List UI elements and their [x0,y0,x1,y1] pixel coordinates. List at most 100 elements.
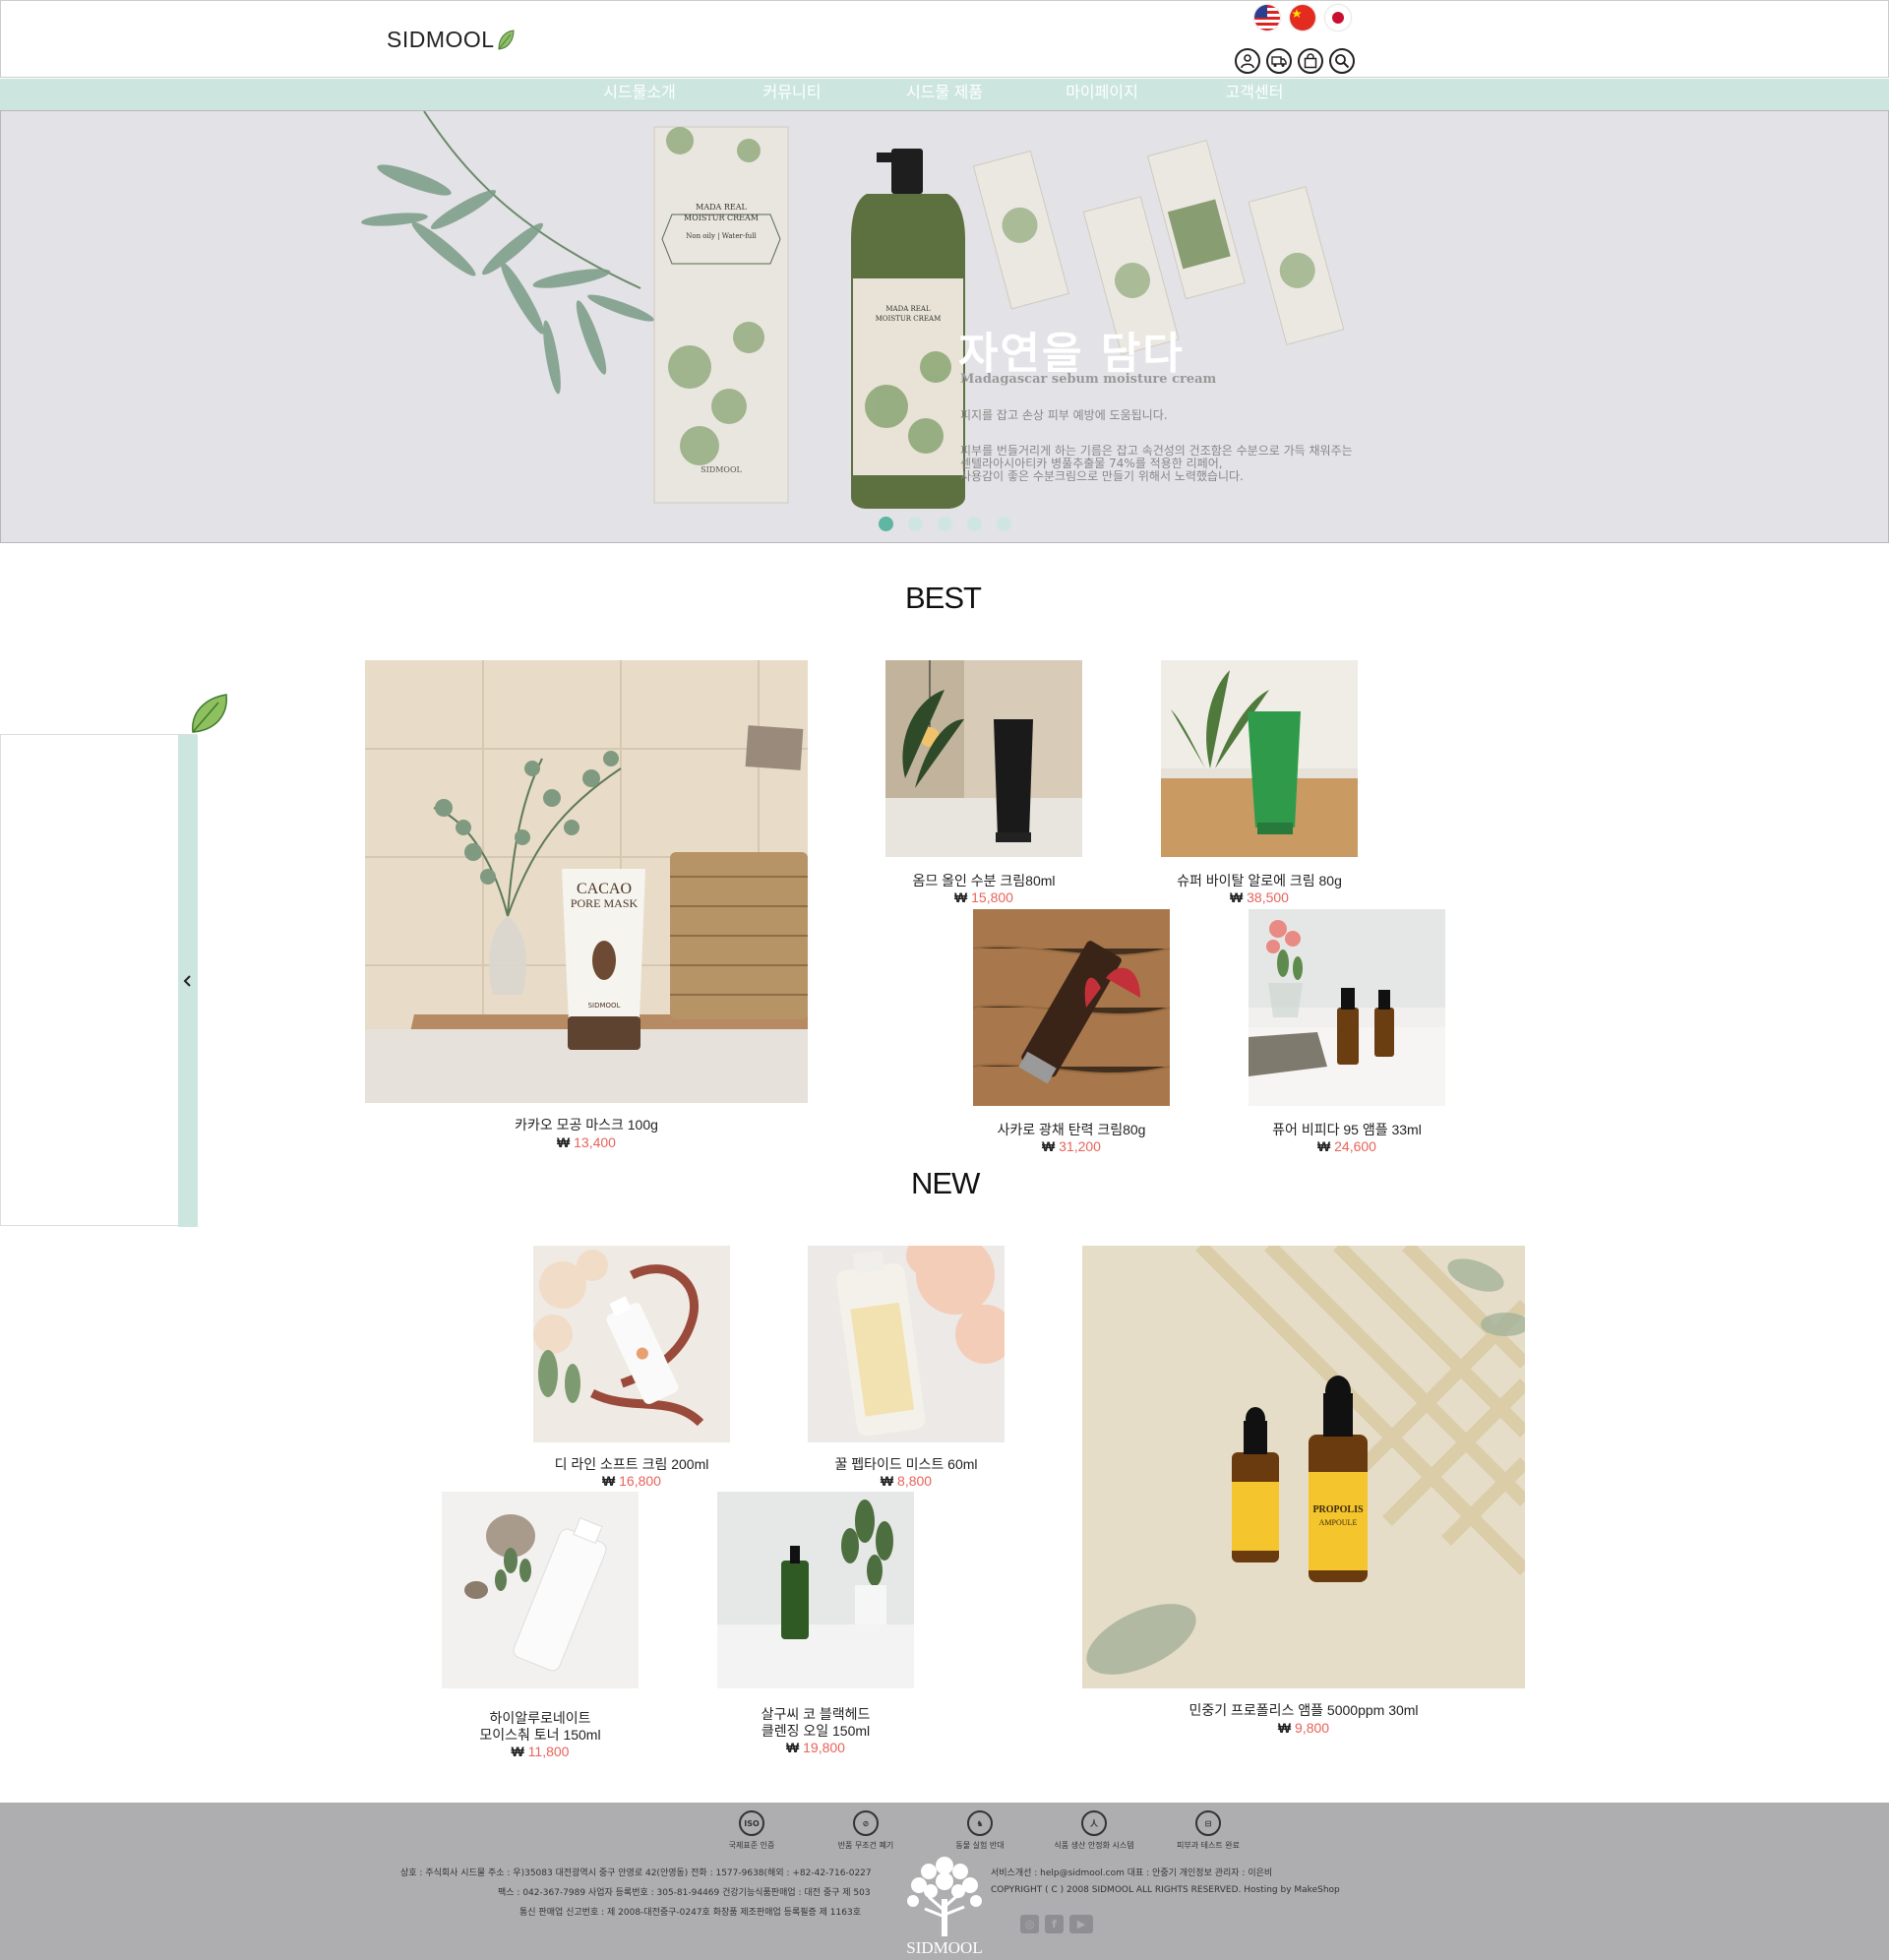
footer-company-info: 상호 : 주식회사 시드물 주소 : 우)35083 대전광역시 중구 안영로 … [400,1868,872,1878]
cert-derma-test: ⊟ 피부과 테스트 완료 [1165,1810,1251,1851]
box-label: MADA REAL MOISTUR CREAM Non oily | Water… [674,202,768,242]
nav-item-about[interactable]: 시드물소개 [561,79,718,110]
product-image[interactable] [1082,1246,1525,1688]
currency-symbol: ₩ [880,1473,894,1489]
youtube-icon[interactable]: ▶ [1069,1915,1093,1933]
shopping-bag-icon[interactable] [1298,48,1323,74]
slider-dot[interactable] [879,517,893,531]
product-image[interactable] [973,909,1170,1106]
tube-brand: SIDMOOL [587,1002,621,1010]
price-value: 24,600 [1334,1138,1376,1154]
product-price: ₩ 38,500 [1161,889,1358,906]
product-name[interactable]: 꿀 펩타이드 미스트 60ml [808,1456,1005,1473]
price-value: 16,800 [619,1473,661,1489]
product-image[interactable] [717,1492,914,1688]
no-return-icon: ⊘ [853,1810,879,1836]
hero-subtitle: Madagascar sebum moisture cream [960,372,1217,387]
product-name[interactable]: 카카오 모공 마스크 100g [365,1117,808,1133]
product-image[interactable] [1249,909,1445,1106]
product-image[interactable] [885,660,1082,857]
china-flag-icon[interactable] [1290,5,1315,31]
utility-icons [1235,48,1355,74]
us-flag-icon[interactable] [1254,5,1280,31]
product-card[interactable]: 퓨어 비피다 95 앰플 33ml ₩ 24,600 [1249,909,1445,1155]
bottle-label-line1: MADA REAL [885,305,931,313]
logo-text: SIDMOOL [387,27,495,52]
cert-label: 반품 무조건 폐기 [837,1841,894,1850]
product-name[interactable]: 슈퍼 바이탈 알로에 크림 80g [1161,873,1358,889]
bottle-label-line1: PROPOLIS [1312,1504,1364,1515]
rabbit-icon: ♞ [967,1810,993,1836]
haccp-icon: 人 [1081,1810,1107,1836]
product-image[interactable] [442,1492,639,1688]
currency-symbol: ₩ [1042,1138,1056,1154]
header: SIDMOOL [0,0,1889,78]
product-image[interactable] [808,1246,1005,1442]
leaf-icon [192,694,227,733]
nav-item-community[interactable]: 커뮤니티 [718,79,866,110]
box-label-line1: MADA REAL [696,203,747,212]
page: SIDMOOL 시드물소개 커뮤니티 시드물 제품 마이페이지 고객센터 MAD… [0,0,1889,1960]
price-value: 31,200 [1059,1138,1101,1154]
side-panel-toggle[interactable] [178,735,198,1227]
user-icon[interactable] [1235,48,1260,74]
price-value: 19,800 [803,1740,845,1755]
hero-text-1: 피지를 잡고 손상 피부 예방에 도움됩니다. [960,408,1168,422]
product-price: ₩ 19,800 [717,1740,914,1756]
currency-symbol: ₩ [602,1473,616,1489]
chevron-left-icon [183,975,191,987]
product-name[interactable]: 하이알루로네이트 모이스춰 토너 150ml [442,1710,639,1744]
product-name[interactable]: 옴므 올인 수분 크림80ml [885,873,1082,889]
hero-banner[interactable]: MADA REAL MOISTUR CREAM Non oily | Water… [0,110,1889,543]
product-price: ₩ 24,600 [1249,1138,1445,1155]
product-image[interactable] [1161,660,1358,857]
currency-symbol: ₩ [511,1744,524,1759]
nav-item-customer-center[interactable]: 고객센터 [1181,79,1328,110]
product-card[interactable]: 사카로 광채 탄력 크림80g ₩ 31,200 [973,909,1170,1155]
product-price: ₩ 15,800 [885,889,1082,906]
certification-row: ISO 국제표준 인증 ⊘ 반품 무조건 폐기 ♞ 동물 실험 반대 人 식품 … [708,1810,1251,1851]
nav-item-products[interactable]: 시드물 제품 [866,79,1023,110]
product-name[interactable]: 퓨어 비피다 95 앰플 33ml [1249,1122,1445,1138]
product-image[interactable] [533,1246,730,1442]
slider-dot[interactable] [997,517,1011,531]
search-icon[interactable] [1329,48,1355,74]
product-card[interactable]: 하이알루로네이트 모이스춰 토너 150ml ₩ 11,800 [442,1492,639,1759]
facebook-icon[interactable]: f [1045,1915,1064,1933]
slider-dots [879,517,1011,531]
cert-return-disposal: ⊘ 반품 무조건 폐기 [823,1810,909,1851]
cert-label: 식품 생산 안정화 시스템 [1054,1841,1134,1850]
product-name[interactable]: 사카로 광채 탄력 크림80g [973,1122,1170,1138]
slider-dot[interactable] [908,517,923,531]
product-name[interactable]: 살구씨 코 블랙헤드 클렌징 오일 150ml [717,1706,914,1740]
footer-logo[interactable]: SIDMOOL [899,1852,990,1960]
product-card[interactable]: PROPOLIS AMPOULE 민중기 프로폴리스 앰플 5000ppm 30… [1082,1246,1525,1738]
product-card[interactable]: 옴므 올인 수분 크림80ml ₩ 15,800 [885,660,1082,906]
product-card[interactable]: 꿀 펩타이드 미스트 60ml ₩ 8,800 [808,1246,1005,1492]
product-card[interactable]: 살구씨 코 블랙헤드 클렌징 오일 150ml ₩ 19,800 [717,1492,914,1755]
price-value: 38,500 [1247,889,1289,905]
delivery-truck-icon[interactable] [1266,48,1292,74]
product-price: ₩ 13,400 [365,1134,808,1151]
product-card[interactable]: 디 라인 소프트 크림 200ml ₩ 16,800 [533,1246,730,1492]
nav-item-mypage[interactable]: 마이페이지 [1023,79,1181,110]
product-name[interactable]: 디 라인 소프트 크림 200ml [533,1456,730,1473]
japan-flag-icon[interactable] [1325,5,1351,31]
product-name[interactable]: 민중기 프로폴리스 앰플 5000ppm 30ml [1082,1702,1525,1719]
site-logo[interactable]: SIDMOOL [387,27,515,53]
cert-label: 동물 실험 반대 [955,1841,1005,1850]
bottle-label: PROPOLIS AMPOULE [1310,1503,1366,1529]
leaf-icon [498,29,515,50]
bottle-label: MADA REAL MOISTUR CREAM [857,304,959,324]
cert-haccp: 人 식품 생산 안정화 시스템 [1051,1810,1137,1851]
product-card[interactable]: 슈퍼 바이탈 알로에 크림 80g ₩ 38,500 [1161,660,1358,906]
footer: ISO 국제표준 인증 ⊘ 반품 무조건 폐기 ♞ 동물 실험 반대 人 식품 … [0,1803,1889,1960]
slider-dot[interactable] [967,517,982,531]
instagram-icon[interactable]: ◎ [1020,1915,1039,1933]
slider-dot[interactable] [938,517,952,531]
bottle-label-line2: MOISTUR CREAM [875,315,942,323]
tree-icon [907,1857,982,1936]
product-name-line2: 클렌징 오일 150ml [761,1723,871,1739]
product-card[interactable]: CACAO PORE MASK SIDMOOL 카카오 모공 마스크 100g … [365,660,808,1150]
footer-business-info: 팩스 : 042-367-7989 사업자 등록번호 : 305-81-9446… [498,1888,871,1898]
